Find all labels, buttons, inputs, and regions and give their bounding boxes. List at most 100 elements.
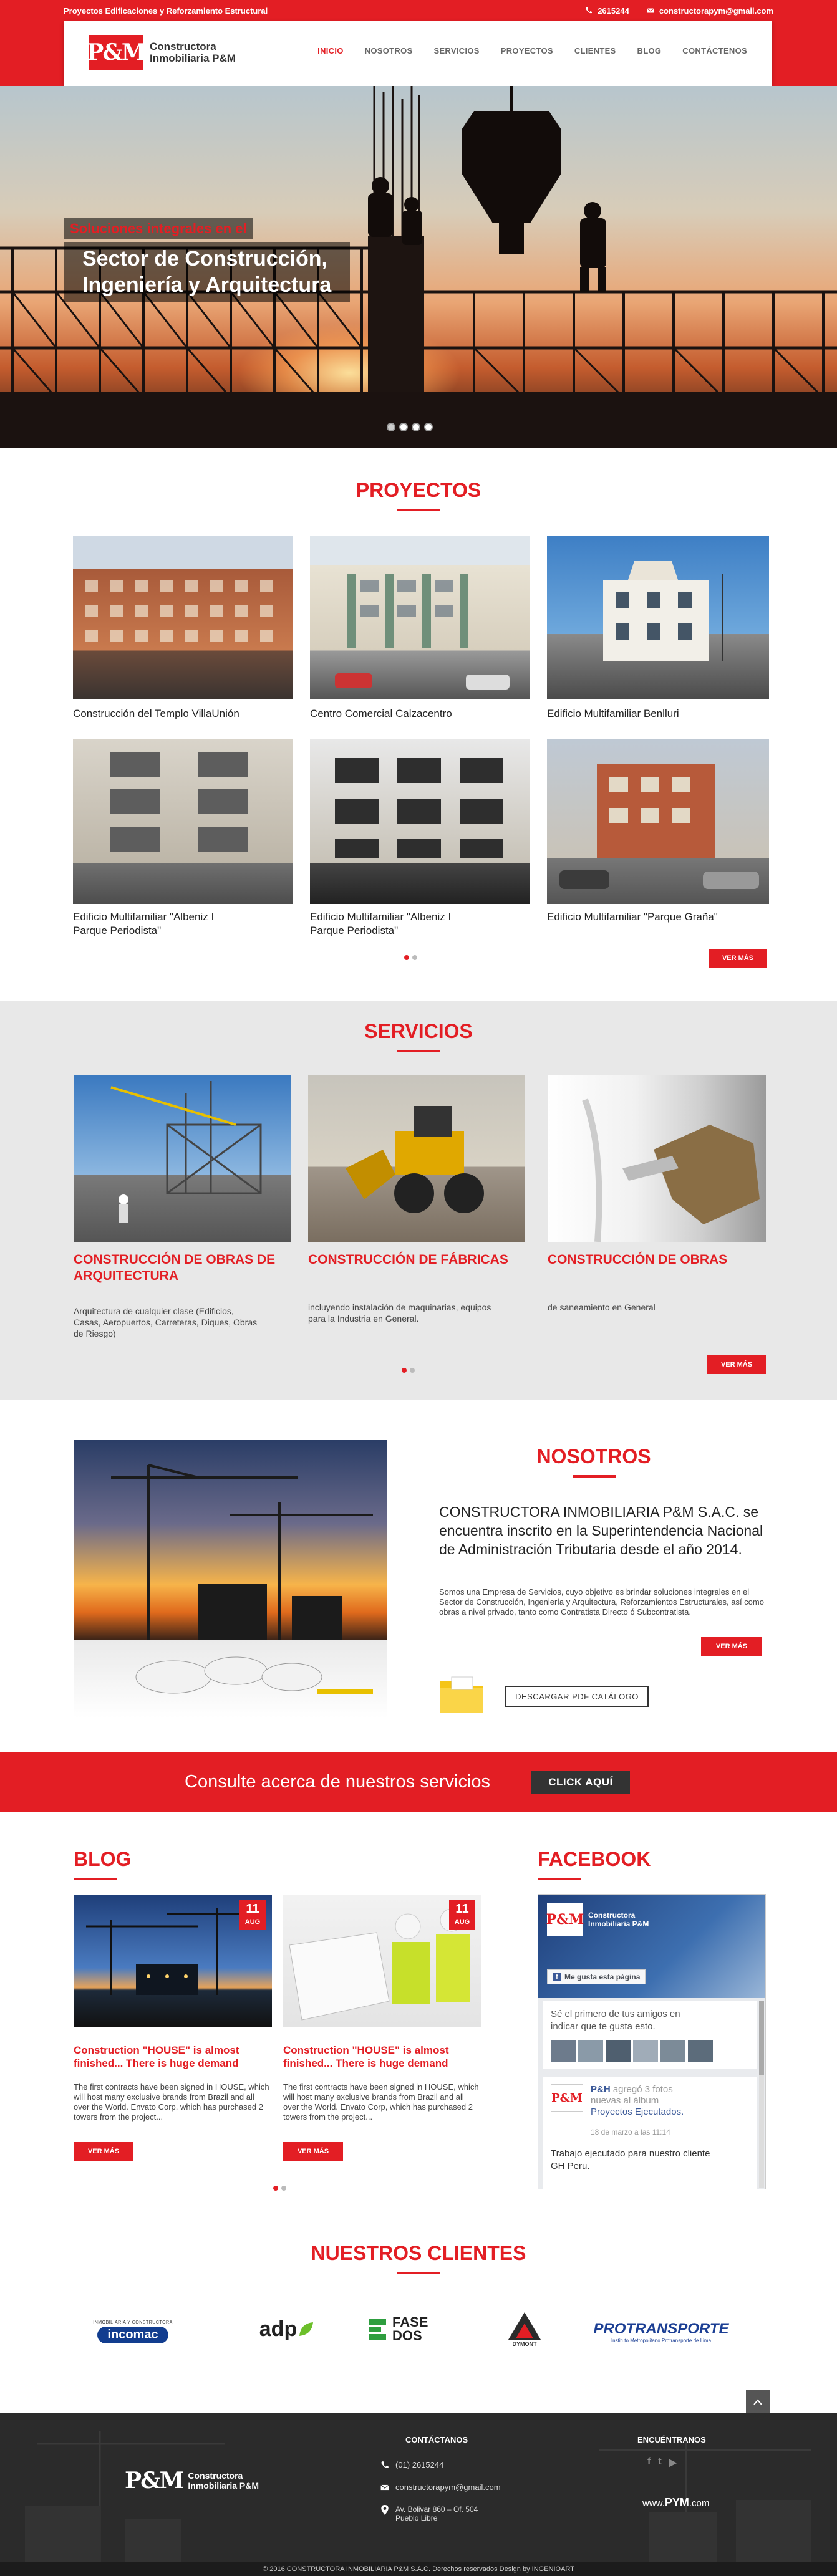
nav-blog[interactable]: BLOG — [637, 46, 662, 55]
client-logo-fase-dos[interactable]: FASE DOS — [359, 2310, 440, 2348]
project-image-benlluri[interactable] — [547, 536, 769, 699]
fb-friend-avatar[interactable] — [551, 2040, 576, 2062]
fb-page-logo[interactable]: P&M Constructora Inmobiliaria P&M — [546, 1903, 649, 1936]
servicio-desc-1: Arquitectura de cualquier clase (Edifici… — [74, 1306, 258, 1338]
facebook-widget[interactable]: P&M Constructora Inmobiliaria P&M f Me g… — [538, 1894, 766, 2189]
slider-dot[interactable] — [399, 423, 408, 431]
project-building-art — [603, 561, 723, 661]
footer-email[interactable]: constructorapym@gmail.com — [380, 2482, 501, 2492]
site-logo[interactable]: P&M Constructora Inmobiliaria P&M — [87, 35, 236, 70]
fb-scrollbar-thumb[interactable] — [759, 2001, 764, 2075]
hero-caption-line2: Ingeniería y Arquitectura — [82, 273, 332, 297]
nav-contactenos[interactable]: CONTÁCTENOS — [682, 46, 747, 55]
project-label-6[interactable]: Edificio Multifamiliar "Parque Graña" — [547, 910, 767, 924]
servicio-title-1[interactable]: CONSTRUCCIÓN DE OBRAS DE ARQUITECTURA — [74, 1252, 291, 1284]
fb-post: P&M P&H agregó 3 fotos nuevas al álbum P… — [543, 2077, 757, 2189]
project-label-4[interactable]: Edificio Multifamiliar "Albeniz I Parque… — [73, 910, 248, 938]
pager-dot[interactable] — [410, 1368, 415, 1373]
servicios-more-button[interactable]: VER MÁS — [707, 1355, 766, 1374]
servicio-image-fabricas[interactable] — [308, 1075, 525, 1242]
project-label-2[interactable]: Centro Comercial Calzacentro — [310, 707, 530, 721]
client-logo-incomac[interactable]: INMOBILIARIA Y CONSTRUCTORA incomac — [81, 2313, 185, 2350]
fb-friend-avatar[interactable] — [633, 2040, 658, 2062]
slider-dot[interactable] — [387, 423, 395, 431]
fb-like-button[interactable]: f Me gusta esta página — [547, 1969, 646, 1984]
servicio-image-obras[interactable] — [548, 1075, 766, 1242]
footer: P&M Constructora Inmobiliaria P&M CONTÁC… — [0, 2413, 837, 2576]
footer-address: Av. Bolivar 860 – Of. 504 Pueblo Libre — [380, 2505, 478, 2522]
fb-scrollbar[interactable] — [759, 2001, 764, 2188]
project-label-1[interactable]: Construcción del Templo VillaUnión — [73, 707, 293, 721]
topbar-email[interactable]: constructorapym@gmail.com — [647, 6, 773, 16]
blog-post-title-1[interactable]: Construction "HOUSE" is almost finished.… — [74, 2044, 261, 2070]
project-building-art — [85, 580, 273, 642]
project-image-calzacentro[interactable] — [310, 536, 530, 699]
servicio-image-arquitectura[interactable] — [74, 1075, 291, 1242]
back-to-top-button[interactable] — [746, 2390, 770, 2414]
client-name: PROTRANSPORTE — [593, 2320, 729, 2337]
pager-dot[interactable] — [412, 955, 417, 960]
project-image-albeniz-2[interactable] — [310, 739, 530, 904]
nav-inicio[interactable]: INICIO — [317, 46, 344, 55]
servicio-loader-art — [346, 1106, 484, 1213]
fb-friend-avatar[interactable] — [688, 2040, 713, 2062]
client-logo-protransporte[interactable]: PROTRANSPORTE Instituto Metropolitano Pr… — [586, 2314, 736, 2349]
fb-friend-avatar[interactable] — [660, 2040, 685, 2062]
fb-friend-avatar[interactable] — [606, 2040, 631, 2062]
footer-phone[interactable]: (01) 2615244 — [380, 2460, 443, 2469]
fb-post-author[interactable]: P&H — [591, 2084, 611, 2095]
fb-post-header: P&H agregó 3 fotos nuevas al álbum Proye… — [591, 2084, 703, 2118]
blog-more-button-1[interactable]: VER MÁS — [74, 2142, 133, 2161]
fb-post-date: 18 de marzo a las 11:14 — [591, 2128, 670, 2136]
pager-dot[interactable] — [273, 2186, 278, 2191]
blog-date-day: 11 — [455, 1902, 469, 1916]
download-catalog-button[interactable]: DESCARGAR PDF CATÁLOGO — [505, 1686, 649, 1707]
pager-dot[interactable] — [402, 1368, 407, 1373]
youtube-icon[interactable]: ▶ — [669, 2456, 677, 2469]
fb-post-album[interactable]: Proyectos Ejecutados. — [591, 2107, 684, 2117]
nosotros-more-button[interactable]: VER MÁS — [701, 1637, 762, 1656]
proyectos-more-button[interactable]: VER MÁS — [709, 949, 767, 968]
proyectos-pager — [404, 955, 417, 960]
topbar-email-text: constructorapym@gmail.com — [659, 6, 773, 16]
pager-dot[interactable] — [281, 2186, 286, 2191]
slider-dot[interactable] — [412, 423, 420, 431]
facebook-icon: f — [553, 1973, 561, 1981]
client-logo-adp[interactable]: adp — [249, 2309, 324, 2349]
footer-website[interactable]: www.PYM.com — [642, 2496, 709, 2509]
blog-post-title-2[interactable]: Construction "HOUSE" is almost finished.… — [283, 2044, 470, 2070]
slider-dot[interactable] — [424, 423, 433, 431]
blog-pager — [273, 2186, 286, 2191]
twitter-icon[interactable]: t — [658, 2456, 661, 2469]
blog-more-button-2[interactable]: VER MÁS — [283, 2142, 343, 2161]
project-image-parque-grana[interactable] — [547, 739, 769, 904]
footer-logo[interactable]: P&M Constructora Inmobiliaria P&M — [125, 2468, 259, 2494]
project-label-3[interactable]: Edificio Multifamiliar Benlluri — [547, 707, 767, 721]
fb-post-avatar[interactable]: P&M — [551, 2084, 583, 2112]
nav-clientes[interactable]: CLIENTES — [574, 46, 616, 55]
topbar-phone[interactable]: 2615244 — [585, 6, 629, 16]
footer-logo-line1: Constructora — [188, 2471, 243, 2481]
project-label-5[interactable]: Edificio Multifamiliar "Albeniz I Parque… — [310, 910, 485, 938]
client-logo-dymont[interactable]: DYMONT — [496, 2307, 553, 2352]
hero-slider-dots — [387, 423, 433, 431]
folder-icon[interactable] — [439, 1675, 484, 1714]
pager-dot[interactable] — [404, 955, 409, 960]
blog-date-month: AUG — [244, 1918, 261, 1926]
nav-proyectos[interactable]: PROYECTOS — [501, 46, 553, 55]
clientes-title: NUESTROS CLIENTES — [311, 2242, 526, 2264]
nav-nosotros[interactable]: NOSOTROS — [365, 46, 413, 55]
proyectos-title: PROYECTOS — [356, 479, 481, 501]
servicio-title-3[interactable]: CONSTRUCCIÓN DE OBRAS — [548, 1252, 765, 1268]
servicio-glove-art — [582, 1098, 760, 1242]
fb-friend-avatar[interactable] — [578, 2040, 603, 2062]
facebook-icon[interactable]: f — [647, 2456, 651, 2469]
project-building-art — [559, 764, 759, 889]
servicio-title-2[interactable]: CONSTRUCCIÓN DE FÁBRICAS — [308, 1252, 525, 1268]
project-image-albeniz-1[interactable] — [73, 739, 293, 904]
nosotros-title: NOSOTROS — [536, 1445, 651, 1468]
project-image-templo[interactable] — [73, 536, 293, 699]
fb-friends-box: Sé el primero de tus amigos en indicar q… — [543, 2001, 757, 2069]
nav-servicios[interactable]: SERVICIOS — [433, 46, 479, 55]
cta-button[interactable]: CLICK AQUÍ — [531, 1771, 630, 1794]
